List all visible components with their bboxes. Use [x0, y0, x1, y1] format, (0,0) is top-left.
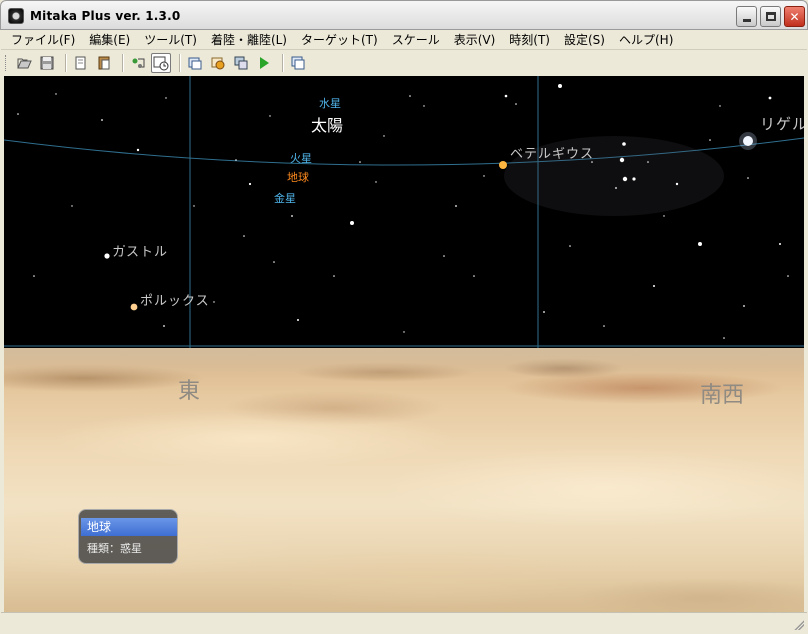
menu-time[interactable]: 時刻(T) — [503, 31, 556, 48]
object-type: 種類：惑星 — [87, 542, 142, 555]
menu-target[interactable]: ターゲット(T) — [295, 31, 384, 48]
earth-label[interactable]: 地球 — [287, 169, 309, 185]
save-icon — [40, 56, 54, 70]
minimize-button[interactable] — [736, 6, 757, 27]
venus-label[interactable]: 金星 — [274, 190, 296, 206]
background-stars — [17, 84, 789, 339]
orion-belt-star — [619, 157, 625, 163]
close-icon: ✕ — [789, 9, 800, 24]
screen-button[interactable] — [231, 53, 251, 73]
direction-east: 東 — [178, 379, 201, 404]
menu-view[interactable]: 表示(V) — [448, 31, 502, 48]
pollux-star[interactable] — [130, 303, 138, 311]
rigel-label[interactable]: リゲル — [760, 113, 804, 134]
title-bar[interactable]: Mitaka Plus ver. 1.3.0 ✕ — [0, 0, 808, 30]
sun-label[interactable]: 太陽 — [311, 112, 343, 136]
star-field[interactable] — [4, 76, 804, 352]
status-bar — [1, 612, 807, 633]
paste-button[interactable] — [94, 53, 114, 73]
minimize-icon — [742, 19, 751, 22]
tool-button[interactable] — [128, 53, 148, 73]
menu-tools[interactable]: ツール(T) — [138, 31, 203, 48]
horizon-haze — [4, 348, 804, 378]
menu-scale[interactable]: スケール — [386, 31, 446, 48]
object-info-panel[interactable]: 地球 種類：惑星 — [78, 509, 178, 564]
menu-help[interactable]: ヘルプ(H) — [613, 31, 679, 48]
toolbar-separator — [65, 54, 66, 72]
close-button[interactable]: ✕ — [784, 6, 805, 27]
window-title: Mitaka Plus ver. 1.3.0 — [30, 9, 181, 23]
screen-icon — [234, 56, 248, 70]
toolbar-separator — [122, 54, 123, 72]
maximize-button[interactable] — [760, 6, 781, 27]
menu-file[interactable]: ファイル(F) — [5, 31, 81, 48]
betelgeuse-label[interactable]: ベテルギウス — [510, 143, 594, 162]
fullscreen-icon — [291, 56, 305, 70]
toolbar-separator — [282, 54, 283, 72]
toolbar-grip[interactable] — [5, 55, 8, 71]
direction-southwest: 南西 — [700, 383, 745, 408]
mercury-label[interactable]: 水星 — [319, 95, 341, 111]
window-button[interactable] — [185, 53, 205, 73]
toolbar-separator — [179, 54, 180, 72]
open-button[interactable] — [14, 53, 34, 73]
open-icon — [17, 58, 32, 69]
cloud-surface — [4, 348, 804, 612]
menu-bar: ファイル(F) 編集(E) ツール(T) 着陸・離陸(L) ターゲット(T) ス… — [1, 30, 807, 50]
settings-button[interactable] — [208, 53, 228, 73]
copy-icon — [75, 56, 86, 70]
app-icon — [8, 8, 24, 24]
maximize-icon — [765, 12, 776, 21]
toolbar — [1, 51, 807, 75]
object-name: 地球 — [81, 518, 177, 536]
resize-grip-icon[interactable] — [792, 618, 804, 630]
menu-landing[interactable]: 着陸・離陸(L) — [205, 31, 293, 48]
paste-icon — [98, 56, 110, 70]
copy-button[interactable] — [71, 53, 91, 73]
clock-icon — [153, 56, 169, 71]
menu-settings[interactable]: 設定(S) — [558, 31, 611, 48]
play-icon — [260, 57, 269, 69]
settings-icon — [211, 57, 225, 70]
castor-label[interactable]: カストル — [112, 241, 168, 260]
pollux-label[interactable]: ポルックス — [140, 290, 210, 309]
fullscreen-button[interactable] — [288, 53, 308, 73]
castor-star[interactable] — [104, 253, 110, 259]
rigel-glow — [739, 132, 757, 150]
mars-label[interactable]: 火星 — [290, 150, 312, 166]
window-icon — [188, 57, 202, 70]
play-button[interactable] — [254, 53, 274, 73]
tool-icon — [132, 58, 145, 68]
betelgeuse-star[interactable] — [499, 161, 507, 169]
clock-button[interactable] — [151, 53, 171, 73]
save-button[interactable] — [37, 53, 57, 73]
menu-edit[interactable]: 編集(E) — [83, 31, 136, 48]
